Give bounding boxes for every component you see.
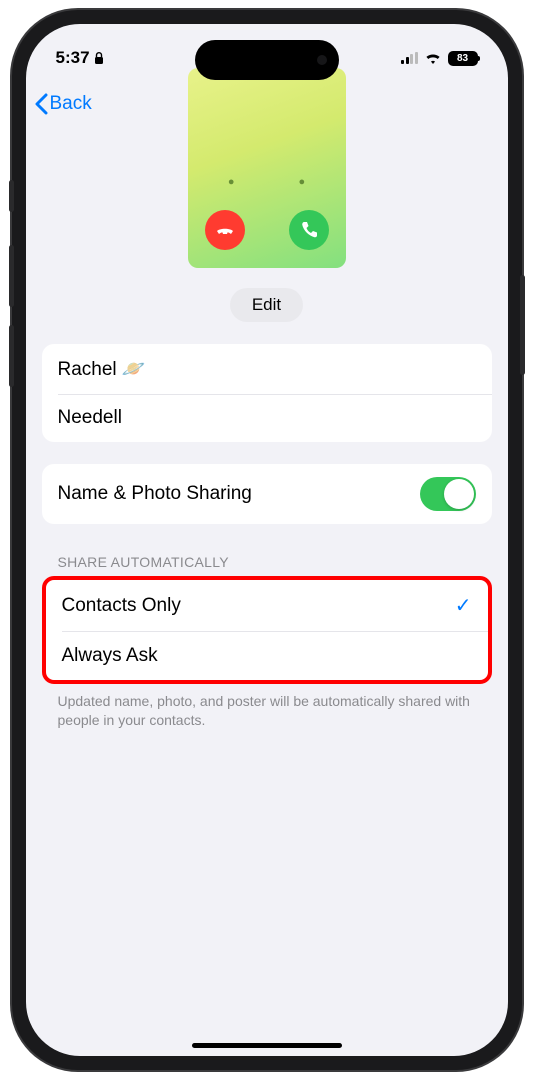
share-options-section: Contacts Only ✓ Always Ask — [42, 576, 492, 684]
sharing-toggle-row: Name & Photo Sharing — [42, 464, 492, 524]
status-right: 83 — [401, 51, 478, 66]
share-automatically-header: SHARE AUTOMATICALLY — [58, 554, 476, 570]
first-name-value: Rachel 🪐 — [58, 357, 146, 381]
camera-dot-icon — [317, 55, 327, 65]
checkmark-icon: ✓ — [455, 593, 472, 618]
decline-call-icon — [205, 210, 245, 250]
dynamic-island — [195, 40, 339, 80]
side-button — [9, 180, 14, 212]
edit-button[interactable]: Edit — [230, 288, 303, 322]
back-button[interactable]: Back — [34, 93, 92, 115]
option-contacts-only[interactable]: Contacts Only ✓ — [46, 580, 488, 631]
sharing-toggle-section: Name & Photo Sharing — [42, 464, 492, 524]
status-left: 5:37 — [56, 48, 104, 68]
volume-down-button — [9, 325, 14, 387]
screen: 5:37 83 — [26, 24, 508, 1056]
option-label: Always Ask — [62, 645, 174, 667]
option-always-ask[interactable]: Always Ask — [62, 631, 488, 680]
contact-poster-preview[interactable]: ● ● — [188, 68, 346, 268]
last-name-value: Needell — [58, 407, 138, 429]
volume-up-button — [9, 245, 14, 307]
lock-icon — [94, 52, 104, 65]
wifi-icon — [424, 52, 442, 65]
cellular-signal-icon — [401, 52, 418, 64]
last-name-field[interactable]: Needell — [42, 394, 492, 442]
poster-status-icons: ● ● — [228, 176, 305, 188]
voicemail-status-icon: ● — [299, 176, 306, 188]
sharing-toggle-label: Name & Photo Sharing — [58, 483, 252, 505]
option-label: Contacts Only — [62, 595, 181, 617]
toggle-knob — [444, 479, 474, 509]
message-status-icon: ● — [228, 176, 235, 188]
name-section: Rachel 🪐 Needell — [42, 344, 492, 442]
home-indicator[interactable] — [192, 1043, 342, 1048]
phone-frame: 5:37 83 — [12, 10, 522, 1070]
power-button — [520, 275, 525, 375]
battery-icon: 83 — [448, 51, 478, 66]
status-time: 5:37 — [56, 48, 90, 68]
back-label: Back — [50, 93, 92, 115]
first-name-field[interactable]: Rachel 🪐 — [42, 344, 492, 394]
share-automatically-footer: Updated name, photo, and poster will be … — [58, 692, 476, 730]
call-buttons — [205, 210, 329, 250]
battery-percent: 83 — [457, 53, 468, 64]
sharing-toggle[interactable] — [420, 477, 476, 511]
chevron-left-icon — [34, 93, 48, 115]
accept-call-icon — [289, 210, 329, 250]
